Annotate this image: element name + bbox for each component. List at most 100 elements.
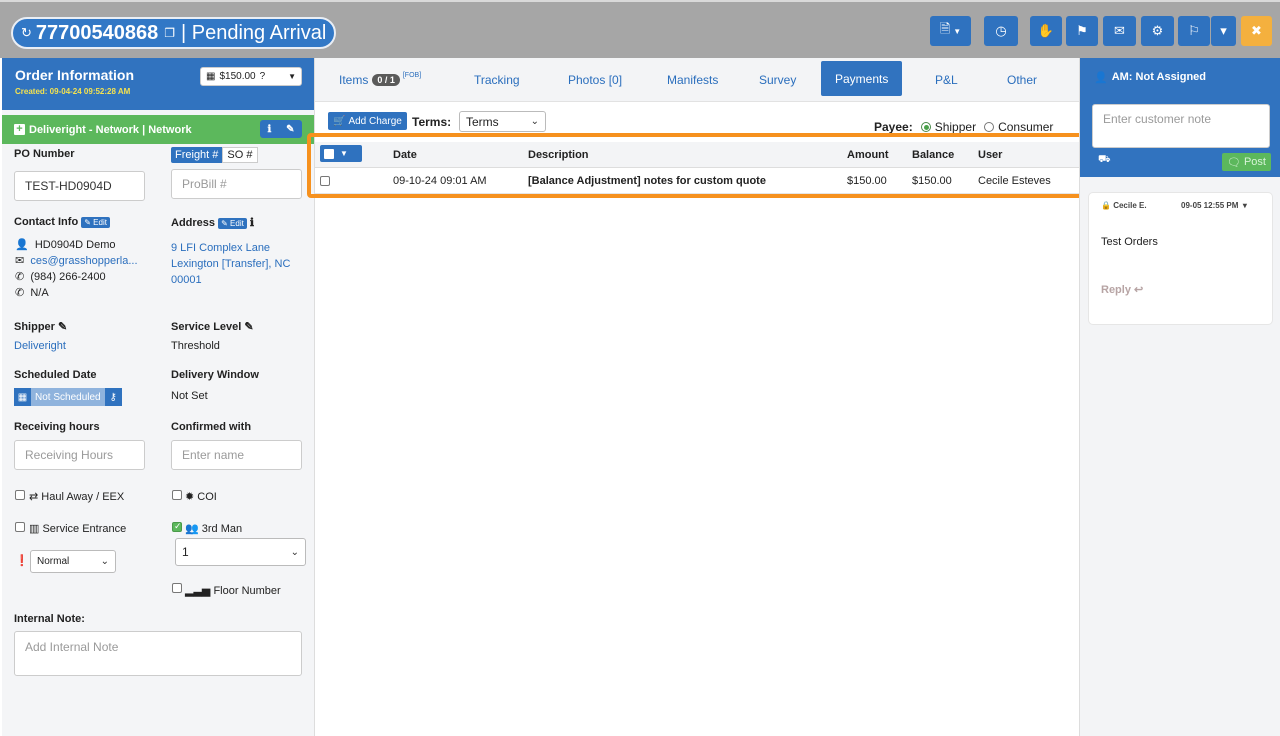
calendar-icon[interactable]: ▦ [14, 388, 31, 406]
address-edit-button[interactable]: ✎ Edit [218, 217, 247, 229]
table-row[interactable]: 09-10-24 09:01 AM [Balance Adjustment] n… [315, 168, 1079, 194]
info-icon[interactable]: ℹ [250, 217, 254, 229]
service-level-value: Threshold [171, 340, 220, 352]
row-description: [Balance Adjustment] notes for custom qu… [528, 175, 766, 187]
main-panel: Items 0 / 1 [FOB] Tracking Photos [0] Mani… [315, 58, 1079, 736]
reply-icon: ↩ [1134, 284, 1144, 296]
scheduled-date-label: Scheduled Date [14, 369, 97, 381]
chevron-down-icon: ▼ [953, 26, 962, 36]
gear-icon: ⚙ [1151, 23, 1164, 38]
column-amount[interactable]: Amount [847, 149, 889, 161]
chevron-down-icon[interactable]: ▾ [1243, 201, 1247, 210]
tab-other[interactable]: Other [1007, 58, 1037, 102]
refresh-icon[interactable]: ↻ [21, 25, 32, 41]
select-all-control[interactable]: ▼ [320, 145, 362, 162]
so-number-button[interactable]: SO # [222, 147, 258, 163]
po-number-input[interactable]: TEST-HD0904D [14, 171, 145, 201]
tab-photos[interactable]: Photos [0] [568, 58, 622, 102]
scheduled-date-control[interactable]: ▦ Not Scheduled ⚷ [14, 388, 122, 406]
coi-checkbox[interactable] [172, 490, 182, 500]
hold-button[interactable]: ✋ [1030, 16, 1062, 46]
lock-icon: 🔒 [1101, 201, 1111, 210]
confirmed-with-input[interactable]: Enter name [171, 440, 302, 470]
flag-button[interactable]: ⚑ [1066, 16, 1098, 46]
payee-consumer-radio[interactable] [984, 122, 995, 132]
reply-button[interactable]: Reply ↩ [1101, 283, 1143, 296]
envelope-icon: ✉ [1114, 23, 1125, 38]
address-label: Address ✎ Edit ℹ [171, 217, 255, 229]
key-icon[interactable]: ⚷ [104, 388, 122, 406]
chevron-down-icon: ▼ [288, 72, 296, 81]
top-bar: ↻ 77700540868 ❐ | Pending Arrival 🗎 ▼ ◷ ✋… [0, 0, 1280, 58]
column-user[interactable]: User [978, 149, 1002, 161]
chevron-down-icon[interactable]: ▼ [340, 149, 348, 158]
order-number: 77700540868 [35, 21, 159, 44]
select-all-checkbox[interactable] [324, 148, 334, 159]
route-dropdown-button[interactable]: ▾ [1211, 16, 1236, 46]
shipper-value[interactable]: Deliveright [14, 340, 66, 352]
third-man-checkbox[interactable] [172, 521, 182, 532]
column-balance[interactable]: Balance [912, 149, 954, 161]
terms-select[interactable]: Terms ⌄ [459, 111, 546, 132]
service-entrance-checkbox[interactable] [15, 522, 25, 532]
internal-note-input[interactable]: Add Internal Note [14, 631, 302, 676]
haul-away-label: ⇄ Haul Away / EEX [29, 491, 125, 503]
truck-icon[interactable]: ⛟ [1098, 154, 1111, 167]
close-button[interactable]: ✖ [1241, 16, 1272, 46]
notes-panel: 👤 AM: Not Assigned Enter customer note ⛟… [1079, 58, 1280, 736]
contact-email[interactable]: ces@grasshopperla... [30, 255, 137, 267]
edit-icon[interactable]: ✎ [58, 321, 67, 333]
contact-email-row: ✉ ces@grasshopperla... [15, 254, 138, 267]
tab-pl[interactable]: P&L [935, 58, 958, 102]
contact-alt-row: ✆ N/A [15, 286, 49, 299]
address-line-3[interactable]: 00001 [171, 274, 202, 286]
floor-number-checkbox[interactable] [172, 583, 182, 593]
tab-manifests[interactable]: Manifests [667, 58, 718, 102]
tab-payments[interactable]: Payments [821, 61, 903, 96]
contact-alt-phone: N/A [30, 287, 49, 299]
items-count-badge: 0 / 1 [372, 74, 400, 86]
column-date[interactable]: Date [393, 149, 417, 161]
user-icon: 👤 [1094, 71, 1108, 84]
edit-icon[interactable]: ✎ [286, 124, 294, 135]
edit-icon[interactable]: ✎ [244, 321, 253, 333]
customer-note-input[interactable]: Enter customer note [1092, 104, 1270, 148]
chevron-down-icon: ⌄ [100, 556, 109, 567]
row-balance: $150.00 [912, 175, 952, 187]
info-icon[interactable]: ℹ [267, 124, 271, 135]
receiving-hours-input[interactable]: Receiving Hours [14, 440, 145, 470]
delivery-window-label: Delivery Window [171, 369, 259, 381]
add-charge-button[interactable]: 🛒 Add Charge [328, 112, 407, 130]
price-dropdown[interactable]: ▦ $150.00 ? ▼ [200, 67, 302, 86]
scheduled-date-value[interactable]: Not Scheduled [31, 388, 105, 406]
tab-survey[interactable]: Survey [759, 58, 796, 102]
post-button[interactable]: 🗨 Post [1222, 153, 1271, 171]
payee-shipper-radio[interactable] [920, 122, 931, 132]
history-button[interactable]: ◷ [984, 16, 1018, 46]
comment-icon: 🗨 [1227, 156, 1241, 169]
route-button[interactable]: ⚐ [1178, 16, 1210, 46]
haul-away-checkbox[interactable] [15, 490, 25, 500]
priority-select[interactable]: Normal ⌄ [30, 550, 116, 573]
payee-group: Payee: Shipper Consumer [874, 120, 1053, 134]
address-line-1[interactable]: 9 LFI Complex Lane [171, 242, 270, 254]
address-line-2[interactable]: Lexington [Transfer], NC [171, 258, 290, 270]
third-man-count-select[interactable]: 1 ⌄ [175, 538, 306, 566]
settings-button[interactable]: ⚙ [1141, 16, 1174, 46]
contact-edit-button[interactable]: ✎ Edit [81, 216, 110, 228]
fob-tag: [FOB] [402, 71, 422, 79]
column-description[interactable]: Description [528, 149, 589, 161]
payee-consumer-label: Consumer [998, 120, 1054, 134]
freight-number-button[interactable]: Freight # [171, 147, 223, 163]
envelope-icon: ✉ [15, 255, 25, 267]
flag-icon: ⚑ [1076, 23, 1088, 38]
document-menu-button[interactable]: 🗎 ▼ [930, 16, 971, 46]
email-button[interactable]: ✉ [1103, 16, 1136, 46]
probill-input[interactable]: ProBill # [171, 169, 302, 199]
tab-tracking[interactable]: Tracking [474, 58, 520, 102]
copy-icon[interactable]: ❐ [164, 26, 175, 40]
plus-icon[interactable]: + [14, 124, 25, 135]
tab-items[interactable]: Items 0 / 1 [FOB] [339, 58, 421, 102]
row-checkbox[interactable] [320, 176, 330, 186]
tab-bar: Items 0 / 1 [FOB] Tracking Photos [0] Mani… [315, 58, 1079, 102]
